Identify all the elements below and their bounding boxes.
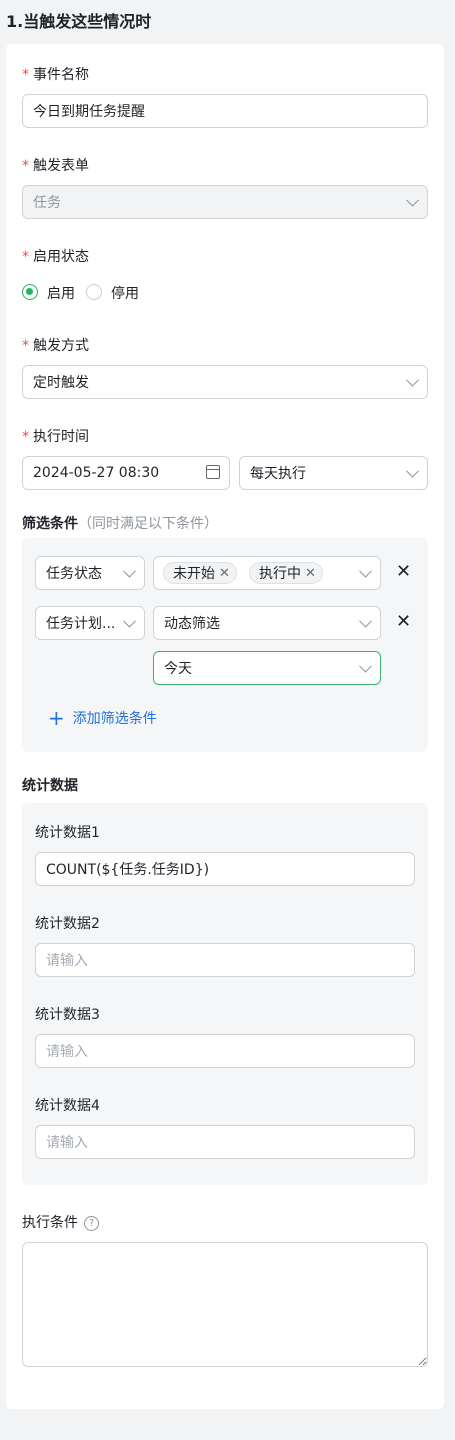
stat-label: 统计数据1 xyxy=(35,825,100,841)
filter-field-select[interactable]: 任务计划... xyxy=(35,606,145,640)
filter-panel: 任务状态 未开始 ✕ 执行中 ✕ ✕ 任务计划... 动态筛选 ✕ 今天 + 添加筛选… xyxy=(22,538,428,752)
stat-input[interactable]: 请输入 xyxy=(35,943,415,977)
tag-close-icon[interactable]: ✕ xyxy=(305,566,316,581)
remove-filter-icon[interactable]: ✕ xyxy=(396,611,411,632)
stats-panel: 统计数据1 COUNT(${任务.任务ID}) 统计数据2 请输入 统计数据3 … xyxy=(22,803,428,1185)
trigger-mode-label: * 触发方式 xyxy=(22,338,89,354)
stat-label: 统计数据3 xyxy=(35,1007,100,1023)
form-card: * 事件名称 今日到期任务提醒 * 触发表单 任务 * 启用状态 启用 停用 * 触发方… xyxy=(6,44,444,1409)
filter-value-multiselect[interactable]: 未开始 ✕ 执行中 ✕ xyxy=(153,556,381,590)
status-option-enabled[interactable]: 启用 xyxy=(47,283,75,303)
stat-input[interactable]: COUNT(${任务.任务ID}) xyxy=(35,852,415,886)
exec-datetime-picker[interactable]: 2024-05-27 08:30 xyxy=(22,456,230,490)
stat-label: 统计数据2 xyxy=(35,916,100,932)
section-title: 1.当触发这些情况时 xyxy=(6,12,152,31)
help-icon[interactable]: ? xyxy=(84,1215,99,1231)
exec-condition-textarea[interactable] xyxy=(22,1242,428,1367)
filter-dynamic-value-select[interactable]: 今天 xyxy=(153,651,381,685)
chevron-down-icon xyxy=(406,373,419,387)
chevron-down-icon xyxy=(359,614,372,628)
filter-field-select[interactable]: 任务状态 xyxy=(35,556,145,590)
filter-label: 筛选条件（同时满足以下条件） xyxy=(22,516,218,532)
chevron-down-icon xyxy=(406,464,419,478)
filter-tag: 执行中 ✕ xyxy=(249,562,323,584)
chevron-down-icon xyxy=(123,564,136,578)
stat-input[interactable]: 请输入 xyxy=(35,1125,415,1159)
chevron-down-icon xyxy=(123,614,136,628)
status-option-disabled[interactable]: 停用 xyxy=(111,283,139,303)
chevron-down-icon xyxy=(359,659,372,673)
exec-repeat-select[interactable]: 每天执行 xyxy=(239,456,428,490)
filter-operator-select[interactable]: 动态筛选 xyxy=(153,606,381,640)
calendar-icon[interactable] xyxy=(206,465,220,479)
remove-filter-icon[interactable]: ✕ xyxy=(396,561,411,582)
stat-input[interactable]: 请输入 xyxy=(35,1034,415,1068)
trigger-form-label: * 触发表单 xyxy=(22,158,89,174)
status-radio-enabled[interactable] xyxy=(22,284,38,300)
plus-icon: + xyxy=(48,706,65,730)
chevron-down-icon xyxy=(406,193,419,207)
exec-time-label: * 执行时间 xyxy=(22,429,89,445)
required-mark: * xyxy=(22,67,29,83)
status-radio-disabled[interactable] xyxy=(86,284,102,300)
event-name-input[interactable]: 今日到期任务提醒 xyxy=(22,94,428,128)
trigger-form-select: 任务 xyxy=(22,185,428,219)
event-name-label: * 事件名称 xyxy=(22,67,89,83)
filter-tag: 未开始 ✕ xyxy=(163,562,237,584)
stats-label: 统计数据 xyxy=(22,778,78,794)
status-label: * 启用状态 xyxy=(22,249,89,265)
chevron-down-icon xyxy=(359,564,372,578)
exec-condition-label: 执行条件? xyxy=(22,1212,99,1232)
trigger-mode-select[interactable]: 定时触发 xyxy=(22,365,428,399)
tag-close-icon[interactable]: ✕ xyxy=(219,566,230,581)
add-filter-button[interactable]: + 添加筛选条件 xyxy=(48,708,157,728)
stat-label: 统计数据4 xyxy=(35,1098,100,1114)
